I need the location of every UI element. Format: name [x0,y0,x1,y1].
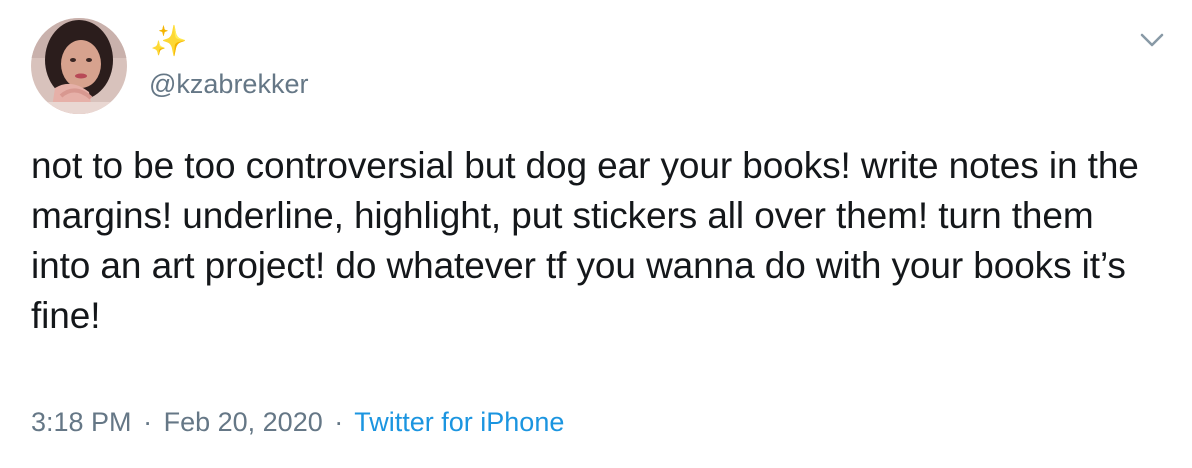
tweet-card: ✨ @kzabrekker not to be too controversia… [0,0,1192,468]
tweet-metadata: 3:18 PM · Feb 20, 2020 · Twitter for iPh… [31,405,564,439]
display-name[interactable]: ✨ [150,24,187,60]
user-handle[interactable]: @kzabrekker [149,67,308,101]
tweet-text: not to be too controversial but dog ear … [31,145,1139,336]
tweet-source-link[interactable]: Twitter for iPhone [354,407,564,437]
tweet-time[interactable]: 3:18 PM [31,407,132,437]
avatar[interactable] [31,18,127,114]
chevron-down-icon[interactable] [1136,28,1168,52]
separator-dot: · [143,407,153,437]
separator-dot: · [334,407,344,437]
tweet-date[interactable]: Feb 20, 2020 [164,407,323,437]
avatar-image [31,18,127,114]
